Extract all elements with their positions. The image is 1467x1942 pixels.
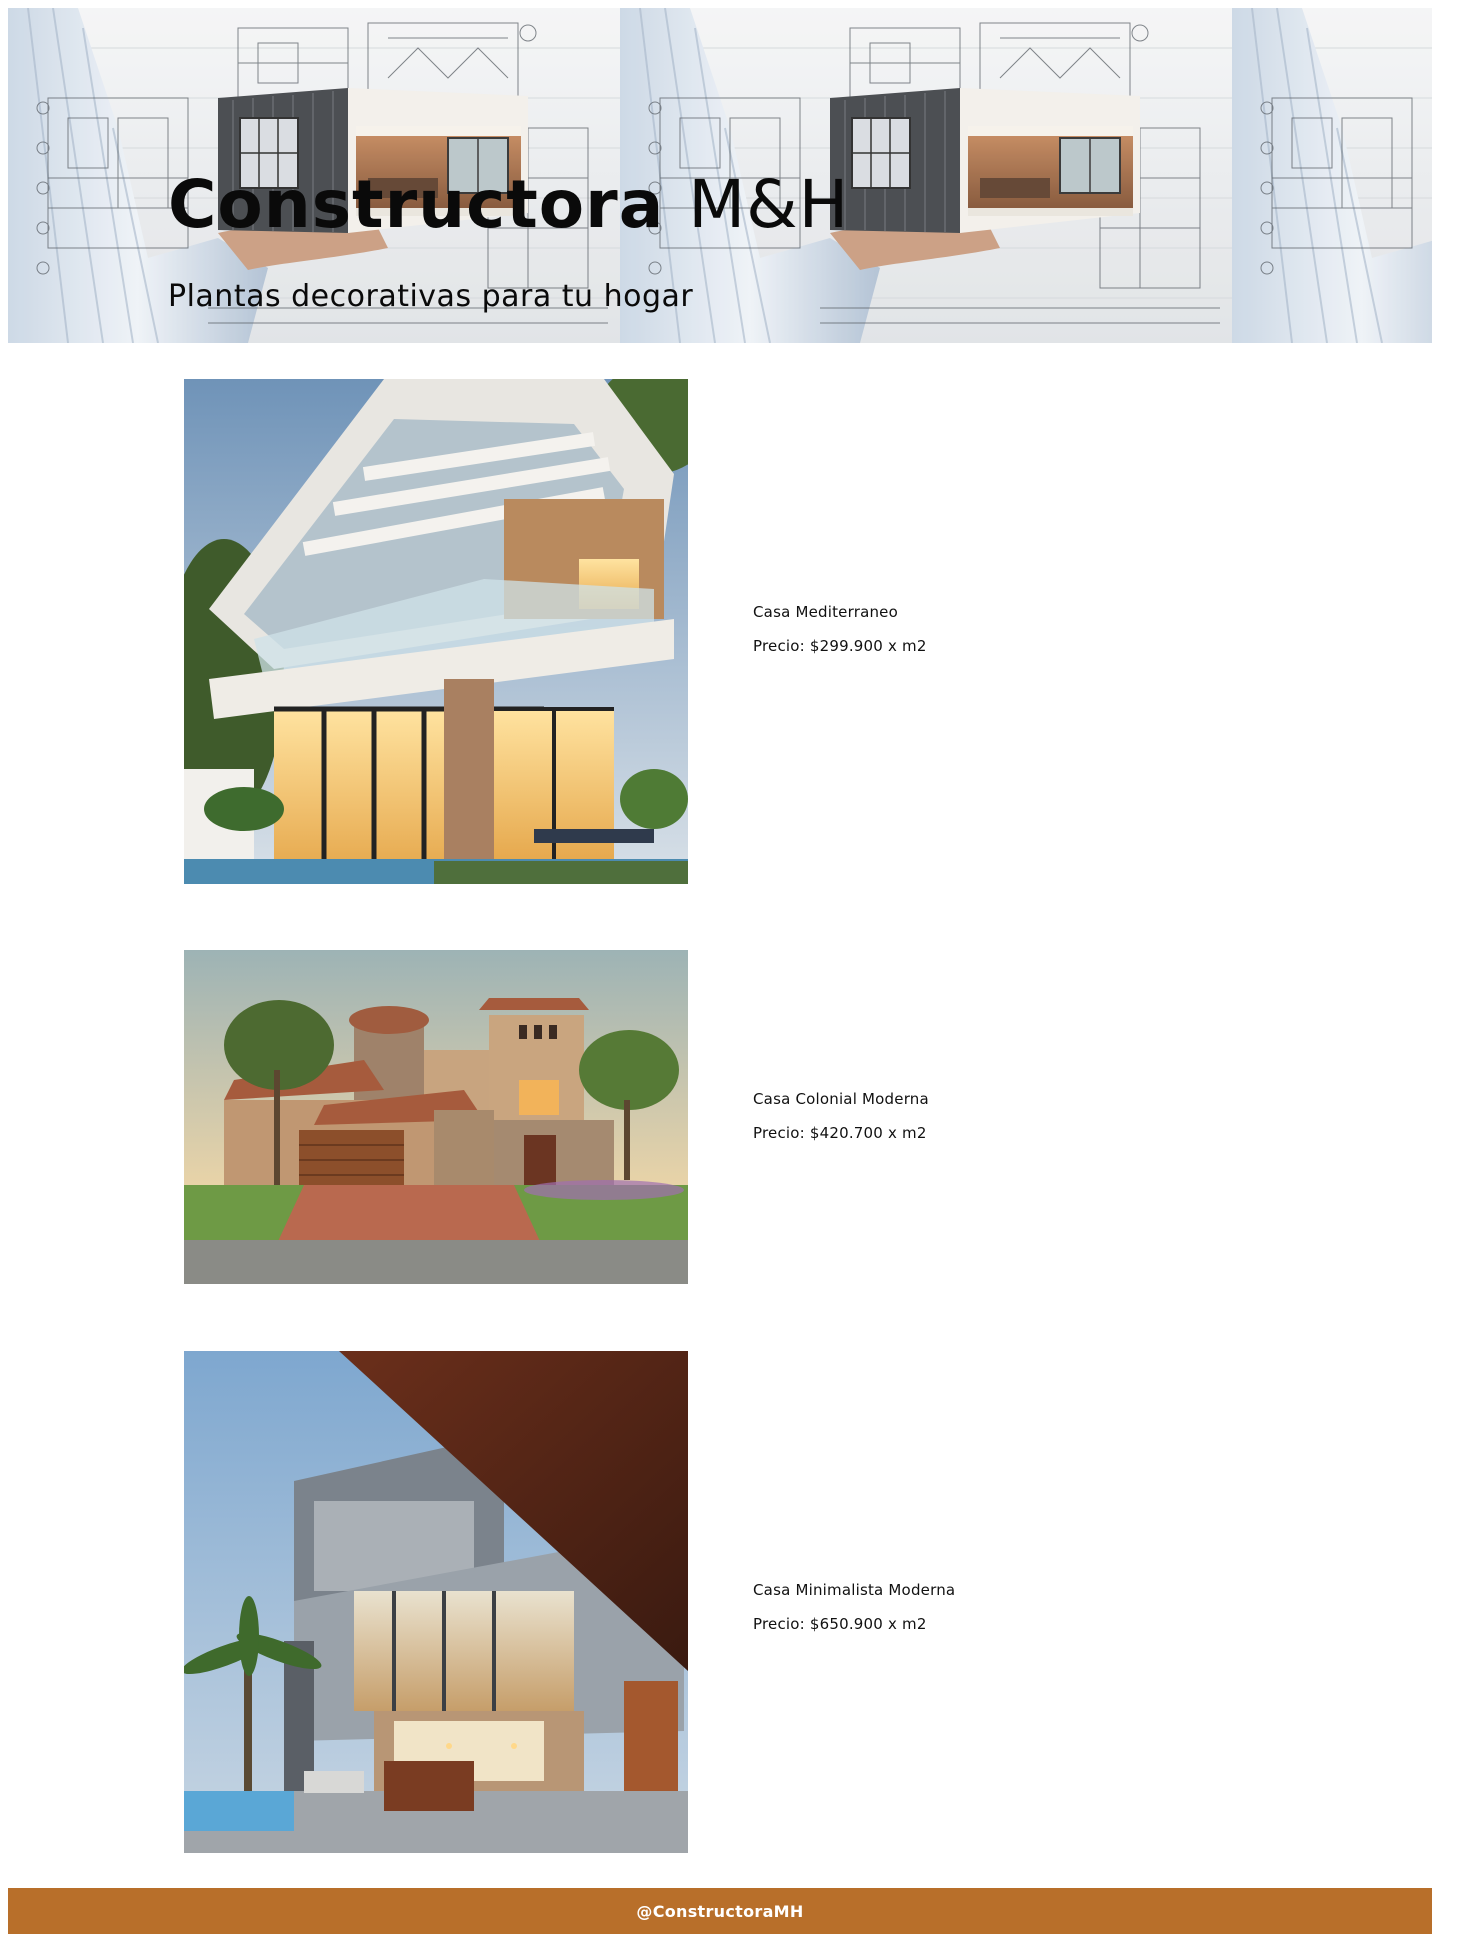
product-name: Casa Colonial Moderna (753, 1090, 929, 1108)
product-info-mediterraneo: Casa Mediterraneo Precio: $299.900 x m2 (753, 605, 927, 654)
footer-social-handle[interactable]: @ConstructoraMH (636, 1902, 803, 1921)
product-price: Precio: $650.900 x m2 (753, 1615, 927, 1633)
product-name: Casa Mediterraneo (753, 603, 898, 621)
product-image-minimalista-moderna (184, 1351, 688, 1853)
page-title-light: M&H (688, 166, 850, 243)
product-info-minimalista-moderna: Casa Minimalista Moderna Precio: $650.90… (753, 1583, 955, 1632)
product-name: Casa Minimalista Moderna (753, 1581, 956, 1599)
product-price: Precio: $299.900 x m2 (753, 637, 927, 655)
product-image-colonial-moderna (184, 950, 688, 1284)
product-image-mediterraneo (184, 379, 688, 884)
hero-banner: Constructora M&H Plantas decorativas par… (8, 8, 1432, 343)
page-title: Constructora M&H (168, 172, 849, 238)
page-title-bold: Constructora (168, 166, 665, 243)
footer-bar: @ConstructoraMH (8, 1888, 1432, 1934)
product-info-colonial-moderna: Casa Colonial Moderna Precio: $420.700 x… (753, 1092, 929, 1141)
product-price: Precio: $420.700 x m2 (753, 1124, 927, 1142)
page-subtitle: Plantas decorativas para tu hogar (168, 279, 694, 314)
